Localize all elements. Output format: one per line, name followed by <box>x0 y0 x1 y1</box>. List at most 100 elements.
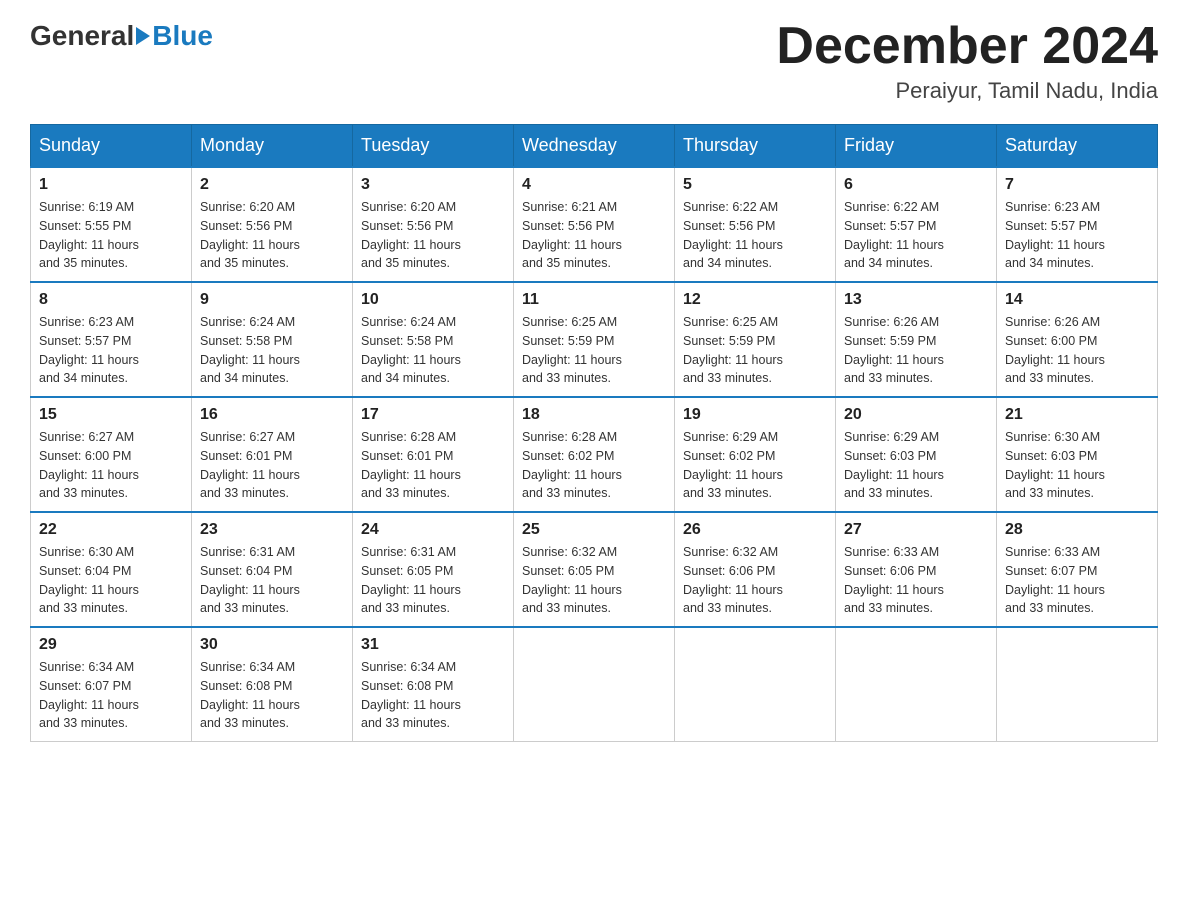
week-row-5: 29 Sunrise: 6:34 AMSunset: 6:07 PMDayligh… <box>31 627 1158 742</box>
day-number: 18 <box>522 406 666 424</box>
calendar-cell: 11Sunrise: 6:25 AMSunset: 5:59 PMDayligh… <box>514 282 675 397</box>
calendar-cell: 8Sunrise: 6:23 AMSunset: 5:57 PMDaylight… <box>31 282 192 397</box>
day-info: Sunrise: 6:29 AMSunset: 6:02 PMDaylight:… <box>683 428 827 503</box>
day-number: 2 <box>200 176 344 194</box>
day-number: 27 <box>844 521 988 539</box>
day-number: 14 <box>1005 291 1149 309</box>
calendar-cell: 30 Sunrise: 6:34 AMSunset: 6:08 PMDayligh… <box>192 627 353 742</box>
day-info: Sunrise: 6:27 AMSunset: 6:00 PMDaylight:… <box>39 428 183 503</box>
calendar-cell: 13Sunrise: 6:26 AMSunset: 5:59 PMDayligh… <box>836 282 997 397</box>
day-info: Sunrise: 6:20 AMSunset: 5:56 PMDaylight:… <box>200 198 344 273</box>
calendar-cell: 14 Sunrise: 6:26 AMSunset: 6:00 PMDayligh… <box>997 282 1158 397</box>
calendar-cell: 6 Sunrise: 6:22 AMSunset: 5:57 PMDaylight… <box>836 167 997 282</box>
day-number: 23 <box>200 521 344 539</box>
day-number: 31 <box>361 636 505 654</box>
col-header-tuesday: Tuesday <box>353 125 514 168</box>
day-number: 15 <box>39 406 183 424</box>
day-info: Sunrise: 6:27 AMSunset: 6:01 PMDaylight:… <box>200 428 344 503</box>
calendar-cell: 26 Sunrise: 6:32 AMSunset: 6:06 PMDayligh… <box>675 512 836 627</box>
day-number: 3 <box>361 176 505 194</box>
day-number: 4 <box>522 176 666 194</box>
location-title: Peraiyur, Tamil Nadu, India <box>776 78 1158 104</box>
calendar-cell: 2 Sunrise: 6:20 AMSunset: 5:56 PMDaylight… <box>192 167 353 282</box>
day-info: Sunrise: 6:31 AMSunset: 6:04 PMDaylight:… <box>200 543 344 618</box>
day-info: Sunrise: 6:34 AMSunset: 6:08 PMDaylight:… <box>200 658 344 733</box>
calendar-cell: 27 Sunrise: 6:33 AMSunset: 6:06 PMDayligh… <box>836 512 997 627</box>
day-info: Sunrise: 6:22 AMSunset: 5:57 PMDaylight:… <box>844 198 988 273</box>
calendar-cell: 25 Sunrise: 6:32 AMSunset: 6:05 PMDayligh… <box>514 512 675 627</box>
week-row-1: 1 Sunrise: 6:19 AMSunset: 5:55 PMDaylight… <box>31 167 1158 282</box>
calendar-cell: 23 Sunrise: 6:31 AMSunset: 6:04 PMDayligh… <box>192 512 353 627</box>
day-info: Sunrise: 6:24 AMSunset: 5:58 PMDaylight:… <box>200 313 344 388</box>
day-info: Sunrise: 6:33 AMSunset: 6:07 PMDaylight:… <box>1005 543 1149 618</box>
col-header-monday: Monday <box>192 125 353 168</box>
day-info: Sunrise: 6:31 AMSunset: 6:05 PMDaylight:… <box>361 543 505 618</box>
day-number: 30 <box>200 636 344 654</box>
day-info: Sunrise: 6:32 AMSunset: 6:05 PMDaylight:… <box>522 543 666 618</box>
day-info: Sunrise: 6:19 AMSunset: 5:55 PMDaylight:… <box>39 198 183 273</box>
day-number: 28 <box>1005 521 1149 539</box>
day-number: 22 <box>39 521 183 539</box>
logo-general-text: General <box>30 20 134 52</box>
day-info: Sunrise: 6:28 AMSunset: 6:02 PMDaylight:… <box>522 428 666 503</box>
day-info: Sunrise: 6:34 AMSunset: 6:08 PMDaylight:… <box>361 658 505 733</box>
calendar-cell: 4Sunrise: 6:21 AMSunset: 5:56 PMDaylight… <box>514 167 675 282</box>
col-header-wednesday: Wednesday <box>514 125 675 168</box>
day-number: 24 <box>361 521 505 539</box>
day-number: 6 <box>844 176 988 194</box>
calendar-cell: 15 Sunrise: 6:27 AMSunset: 6:00 PMDayligh… <box>31 397 192 512</box>
day-number: 10 <box>361 291 505 309</box>
calendar-cell <box>675 627 836 742</box>
day-info: Sunrise: 6:25 AMSunset: 5:59 PMDaylight:… <box>683 313 827 388</box>
day-info: Sunrise: 6:26 AMSunset: 6:00 PMDaylight:… <box>1005 313 1149 388</box>
calendar-cell: 3 Sunrise: 6:20 AMSunset: 5:56 PMDaylight… <box>353 167 514 282</box>
day-info: Sunrise: 6:23 AMSunset: 5:57 PMDaylight:… <box>39 313 183 388</box>
day-number: 26 <box>683 521 827 539</box>
day-number: 16 <box>200 406 344 424</box>
logo-arrow-icon <box>136 27 150 45</box>
day-info: Sunrise: 6:32 AMSunset: 6:06 PMDaylight:… <box>683 543 827 618</box>
calendar-table: SundayMondayTuesdayWednesdayThursdayFrid… <box>30 124 1158 742</box>
day-number: 13 <box>844 291 988 309</box>
day-info: Sunrise: 6:30 AMSunset: 6:04 PMDaylight:… <box>39 543 183 618</box>
day-info: Sunrise: 6:29 AMSunset: 6:03 PMDaylight:… <box>844 428 988 503</box>
day-info: Sunrise: 6:23 AMSunset: 5:57 PMDaylight:… <box>1005 198 1149 273</box>
day-number: 20 <box>844 406 988 424</box>
calendar-cell: 20 Sunrise: 6:29 AMSunset: 6:03 PMDayligh… <box>836 397 997 512</box>
day-number: 29 <box>39 636 183 654</box>
col-header-thursday: Thursday <box>675 125 836 168</box>
day-number: 7 <box>1005 176 1149 194</box>
calendar-cell: 24 Sunrise: 6:31 AMSunset: 6:05 PMDayligh… <box>353 512 514 627</box>
calendar-cell <box>514 627 675 742</box>
day-info: Sunrise: 6:22 AMSunset: 5:56 PMDaylight:… <box>683 198 827 273</box>
day-number: 21 <box>1005 406 1149 424</box>
week-row-3: 15 Sunrise: 6:27 AMSunset: 6:00 PMDayligh… <box>31 397 1158 512</box>
day-info: Sunrise: 6:30 AMSunset: 6:03 PMDaylight:… <box>1005 428 1149 503</box>
day-info: Sunrise: 6:33 AMSunset: 6:06 PMDaylight:… <box>844 543 988 618</box>
calendar-cell: 21 Sunrise: 6:30 AMSunset: 6:03 PMDayligh… <box>997 397 1158 512</box>
calendar-cell: 10Sunrise: 6:24 AMSunset: 5:58 PMDayligh… <box>353 282 514 397</box>
day-info: Sunrise: 6:34 AMSunset: 6:07 PMDaylight:… <box>39 658 183 733</box>
day-info: Sunrise: 6:20 AMSunset: 5:56 PMDaylight:… <box>361 198 505 273</box>
col-header-saturday: Saturday <box>997 125 1158 168</box>
col-header-sunday: Sunday <box>31 125 192 168</box>
month-title: December 2024 <box>776 20 1158 72</box>
day-number: 1 <box>39 176 183 194</box>
calendar-cell: 5Sunrise: 6:22 AMSunset: 5:56 PMDaylight… <box>675 167 836 282</box>
calendar-cell <box>997 627 1158 742</box>
calendar-cell: 1 Sunrise: 6:19 AMSunset: 5:55 PMDaylight… <box>31 167 192 282</box>
day-number: 17 <box>361 406 505 424</box>
calendar-cell: 22 Sunrise: 6:30 AMSunset: 6:04 PMDayligh… <box>31 512 192 627</box>
logo: General Blue <box>30 20 213 52</box>
calendar-cell: 28 Sunrise: 6:33 AMSunset: 6:07 PMDayligh… <box>997 512 1158 627</box>
calendar-cell: 31 Sunrise: 6:34 AMSunset: 6:08 PMDayligh… <box>353 627 514 742</box>
week-row-4: 22 Sunrise: 6:30 AMSunset: 6:04 PMDayligh… <box>31 512 1158 627</box>
day-number: 9 <box>200 291 344 309</box>
calendar-cell: 16 Sunrise: 6:27 AMSunset: 6:01 PMDayligh… <box>192 397 353 512</box>
title-block: December 2024 Peraiyur, Tamil Nadu, Indi… <box>776 20 1158 104</box>
day-number: 25 <box>522 521 666 539</box>
logo-blue-text: Blue <box>152 20 213 52</box>
calendar-cell: 17Sunrise: 6:28 AMSunset: 6:01 PMDayligh… <box>353 397 514 512</box>
week-row-2: 8Sunrise: 6:23 AMSunset: 5:57 PMDaylight… <box>31 282 1158 397</box>
col-header-friday: Friday <box>836 125 997 168</box>
